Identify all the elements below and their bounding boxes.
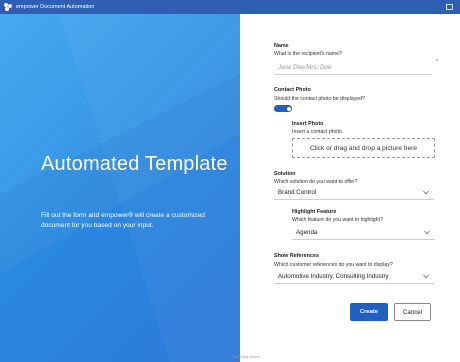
insert-photo-hint: Insert a contact photo.: [292, 129, 344, 135]
show-references-label: Show References: [274, 253, 319, 259]
contact-photo-label: Contact Photo: [274, 87, 311, 93]
contact-photo-toggle[interactable]: [274, 105, 292, 112]
insert-photo-label: Insert Photo: [292, 121, 324, 127]
restore-window-icon: [445, 4, 453, 10]
chevron-down-icon: [423, 274, 429, 279]
name-hint: What is the recipient's name?: [274, 51, 342, 57]
contact-photo-hint: Should the contact photo be displayed?: [274, 96, 365, 102]
highlight-feature-select[interactable]: Agenda: [292, 226, 435, 240]
name-placeholder: Jane Doe/Mrs. Doe: [278, 64, 332, 71]
highlight-feature-hint: Which feature do you want to highlight?: [292, 217, 383, 223]
hero-subtitle: Fill out the form and empower® will crea…: [41, 212, 205, 229]
cancel-button[interactable]: Cancel: [394, 303, 431, 321]
third-party-notice-link[interactable]: Third Party Notice: [231, 355, 260, 359]
hero-background-shapes: [0, 14, 240, 362]
chevron-down-icon: [424, 230, 430, 235]
name-label: Name: [274, 43, 289, 49]
toggle-knob: [286, 106, 291, 111]
title-bar: empower Document Automation: [0, 0, 460, 14]
solution-value: Brand Control: [278, 189, 317, 196]
highlight-feature-label: Highlight Feature: [292, 209, 337, 215]
photo-dropzone[interactable]: Click or drag and drop a picture here: [292, 138, 435, 158]
solution-hint: Which solution do you want to offer?: [274, 179, 358, 185]
solution-select[interactable]: Brand Control: [274, 186, 434, 200]
app-window: empower Document Automation Automated Te…: [0, 0, 460, 362]
create-button[interactable]: Create: [350, 303, 388, 321]
template-form: Name What is the recipient's name? Jane …: [240, 14, 460, 362]
show-references-value: Automotive Industry, Consulting Industry: [278, 273, 389, 280]
chevron-down-icon: [423, 190, 429, 195]
hero-panel: Automated Template Fill out the form and…: [0, 14, 240, 362]
window-title: empower Document Automation: [16, 4, 95, 10]
show-references-hint: Which customer references do you want to…: [274, 262, 393, 268]
show-references-select[interactable]: Automotive Industry, Consulting Industry: [274, 270, 434, 284]
restore-window-button[interactable]: [442, 2, 456, 12]
solution-label: Solution: [274, 171, 296, 177]
app-logo-icon: [4, 3, 12, 11]
name-input[interactable]: Jane Doe/Mrs. Doe: [274, 61, 432, 75]
highlight-feature-value: Agenda: [296, 229, 318, 236]
hero-title: Automated Template: [41, 153, 228, 175]
required-mark: *: [436, 59, 438, 65]
